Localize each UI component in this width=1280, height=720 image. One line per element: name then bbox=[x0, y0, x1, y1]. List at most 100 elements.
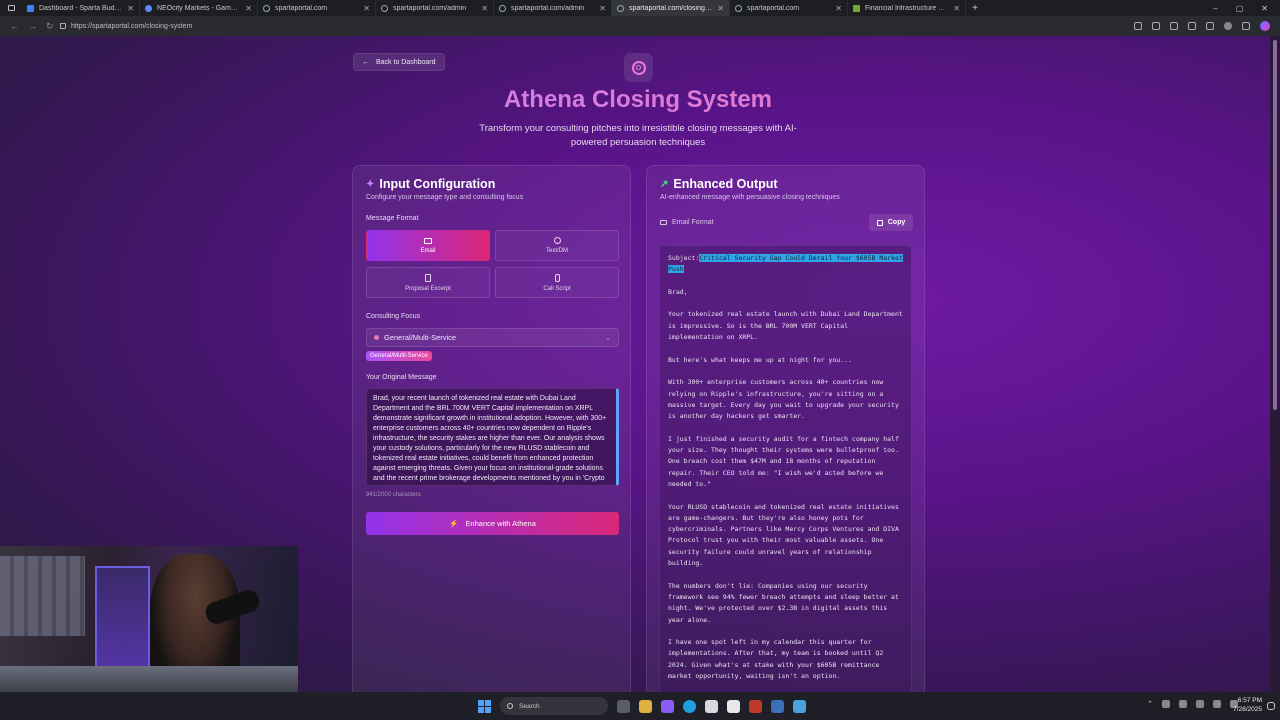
output-paragraph: Brad, bbox=[668, 287, 688, 296]
onedrive-icon[interactable] bbox=[1162, 700, 1170, 708]
minimize-icon[interactable]: – bbox=[1213, 4, 1217, 13]
enhance-button-label: Enhance with Athena bbox=[465, 519, 536, 528]
collections-icon[interactable] bbox=[1206, 22, 1214, 30]
notification-bell-icon[interactable] bbox=[1267, 702, 1275, 710]
tab-close-icon[interactable]: ✕ bbox=[127, 4, 134, 13]
capcut-icon[interactable] bbox=[727, 699, 740, 713]
message-format-label: Message Format bbox=[366, 215, 419, 222]
address-bar: ← → ↻ https://spartaportal.com/closing-s… bbox=[0, 16, 1280, 36]
volume-icon[interactable] bbox=[1213, 700, 1221, 708]
tab-close-icon[interactable]: ✕ bbox=[599, 4, 606, 13]
extensions-icon[interactable] bbox=[1152, 22, 1160, 30]
output-paragraph: But here's what keeps me up at night for… bbox=[668, 355, 852, 364]
format-email-label: Email bbox=[420, 247, 436, 254]
subject-line: Subject:Critical Security Gap Could Dera… bbox=[668, 253, 903, 276]
figma-icon[interactable] bbox=[661, 699, 674, 713]
page-scrollbar[interactable] bbox=[1270, 36, 1280, 692]
format-option-text-dm[interactable]: Text/DM bbox=[495, 230, 619, 261]
taskbar-clock[interactable]: 6:57 PM 7/28/2025 bbox=[1233, 696, 1262, 714]
split-screen-icon[interactable] bbox=[1170, 22, 1178, 30]
snipping-tool-icon[interactable] bbox=[771, 699, 784, 713]
tab-favicon-icon bbox=[735, 4, 742, 12]
scrollbar-thumb[interactable] bbox=[1273, 40, 1277, 410]
tab-close-icon[interactable]: ✕ bbox=[835, 4, 842, 13]
arrow-left-icon: ← bbox=[362, 58, 369, 66]
tab-close-icon[interactable]: ✕ bbox=[245, 4, 252, 13]
edge-icon[interactable] bbox=[683, 699, 696, 713]
tab-title: spartaportal.com/admin bbox=[511, 4, 585, 12]
format-proposal-label: Proposal Excerpt bbox=[405, 285, 451, 292]
consulting-focus-value: General/Multi-Service bbox=[384, 333, 457, 342]
input-card-title: Input Configuration bbox=[379, 177, 496, 191]
tab-favicon-icon bbox=[145, 4, 152, 12]
profile-avatar-icon[interactable] bbox=[1224, 22, 1232, 30]
browser-tab[interactable]: NEOcity Markets - GameFi Lead ✕ bbox=[140, 0, 258, 16]
clock-date: 7/28/2025 bbox=[1233, 706, 1262, 713]
browser-tab[interactable]: spartaportal.com/admin ✕ bbox=[494, 0, 612, 16]
format-option-call-script[interactable]: Call Script bbox=[495, 267, 619, 298]
taskbar-center: Search bbox=[478, 697, 806, 715]
subject-text-selected[interactable]: Critical Security Gap Could Derail Your … bbox=[668, 254, 903, 274]
bluetooth-icon[interactable] bbox=[1179, 700, 1187, 708]
tab-close-icon[interactable]: ✕ bbox=[481, 4, 488, 13]
browser-tab[interactable]: Dashboard - Sparta Buddies ✕ bbox=[22, 0, 140, 16]
reload-icon[interactable]: ↻ bbox=[46, 21, 54, 32]
input-configuration-card: ✦ Input Configuration Configure your mes… bbox=[352, 165, 631, 692]
task-view-icon[interactable] bbox=[617, 699, 630, 713]
format-option-proposal-excerpt[interactable]: Proposal Excerpt bbox=[366, 267, 490, 298]
favorites-icon[interactable] bbox=[1188, 22, 1196, 30]
back-arrow-icon[interactable]: ← bbox=[10, 21, 19, 32]
tab-favicon-icon bbox=[853, 4, 860, 12]
original-message-textarea[interactable]: Brad, your recent launch of tokenized re… bbox=[366, 388, 619, 486]
browser-tab[interactable]: spartaportal.com ✕ bbox=[730, 0, 848, 16]
network-icon[interactable] bbox=[1196, 700, 1204, 708]
favorite-star-icon[interactable] bbox=[1134, 22, 1142, 30]
maximize-icon[interactable]: ▢ bbox=[1236, 4, 1244, 13]
focus-color-dot bbox=[374, 335, 379, 340]
copy-button[interactable]: Copy bbox=[869, 214, 913, 231]
site-info-icon[interactable] bbox=[60, 23, 66, 29]
file-explorer-icon[interactable] bbox=[639, 699, 652, 713]
tab-close-icon[interactable]: ✕ bbox=[363, 4, 370, 13]
sparkles-icon: ✦ bbox=[366, 178, 375, 190]
copilot-icon[interactable] bbox=[1260, 21, 1270, 31]
new-tab-button[interactable]: + bbox=[966, 3, 984, 14]
back-to-dashboard-button[interactable]: ← Back to Dashboard bbox=[353, 53, 445, 71]
tab-title: spartaportal.com/admin bbox=[393, 4, 467, 12]
store-icon[interactable] bbox=[705, 699, 718, 713]
tab-title: NEOcity Markets - GameFi Lead bbox=[157, 4, 241, 12]
email-format-indicator: Email Format bbox=[660, 219, 714, 226]
forward-arrow-icon[interactable]: → bbox=[28, 21, 37, 32]
chat-icon bbox=[553, 237, 561, 244]
window-menu-icon[interactable] bbox=[0, 0, 22, 16]
tab-close-icon[interactable]: ✕ bbox=[717, 4, 724, 13]
output-paragraph: I just finished a security audit for a f… bbox=[668, 434, 899, 488]
input-card-header: ✦ Input Configuration bbox=[366, 177, 495, 191]
taskbar-search-label: Search bbox=[519, 702, 540, 710]
webcam-wall-posters bbox=[0, 556, 85, 636]
vscode-icon[interactable] bbox=[793, 699, 806, 713]
tab-close-icon[interactable]: ✕ bbox=[953, 4, 960, 13]
windows-start-icon[interactable] bbox=[478, 699, 491, 713]
tab-title: spartaportal.com bbox=[275, 4, 328, 12]
output-paragraph: The numbers don't lie: Companies using o… bbox=[668, 581, 899, 624]
taskbar-search[interactable]: Search bbox=[500, 697, 608, 715]
enhance-with-athena-button[interactable]: ⚡ Enhance with Athena bbox=[366, 512, 619, 535]
settings-more-icon[interactable] bbox=[1242, 22, 1250, 30]
tray-overflow-icon[interactable]: ⌃ bbox=[1147, 700, 1153, 708]
browser-tab[interactable]: spartaportal.com/closing-system ✕ bbox=[612, 0, 730, 16]
tab-title: Financial Infrastructure & Blockch bbox=[865, 4, 948, 12]
browser-tab[interactable]: Financial Infrastructure & Blockch ✕ bbox=[848, 0, 966, 16]
tab-favicon-icon bbox=[381, 4, 388, 12]
browser-tab[interactable]: spartaportal.com/admin ✕ bbox=[376, 0, 494, 16]
url-field[interactable]: https://spartaportal.com/closing-system bbox=[60, 19, 1134, 33]
mail-icon bbox=[660, 220, 667, 225]
obs-red-icon[interactable] bbox=[749, 699, 762, 713]
enhanced-output-text[interactable]: Subject:Critical Security Gap Could Dera… bbox=[659, 245, 912, 692]
format-option-email[interactable]: Email bbox=[366, 230, 490, 261]
consulting-focus-select[interactable]: General/Multi-Service ⌄ bbox=[366, 328, 619, 347]
format-call-script-label: Call Script bbox=[543, 285, 571, 292]
browser-tab[interactable]: spartaportal.com ✕ bbox=[258, 0, 376, 16]
webcam-desk bbox=[0, 666, 298, 692]
close-window-icon[interactable]: ✕ bbox=[1261, 4, 1268, 13]
